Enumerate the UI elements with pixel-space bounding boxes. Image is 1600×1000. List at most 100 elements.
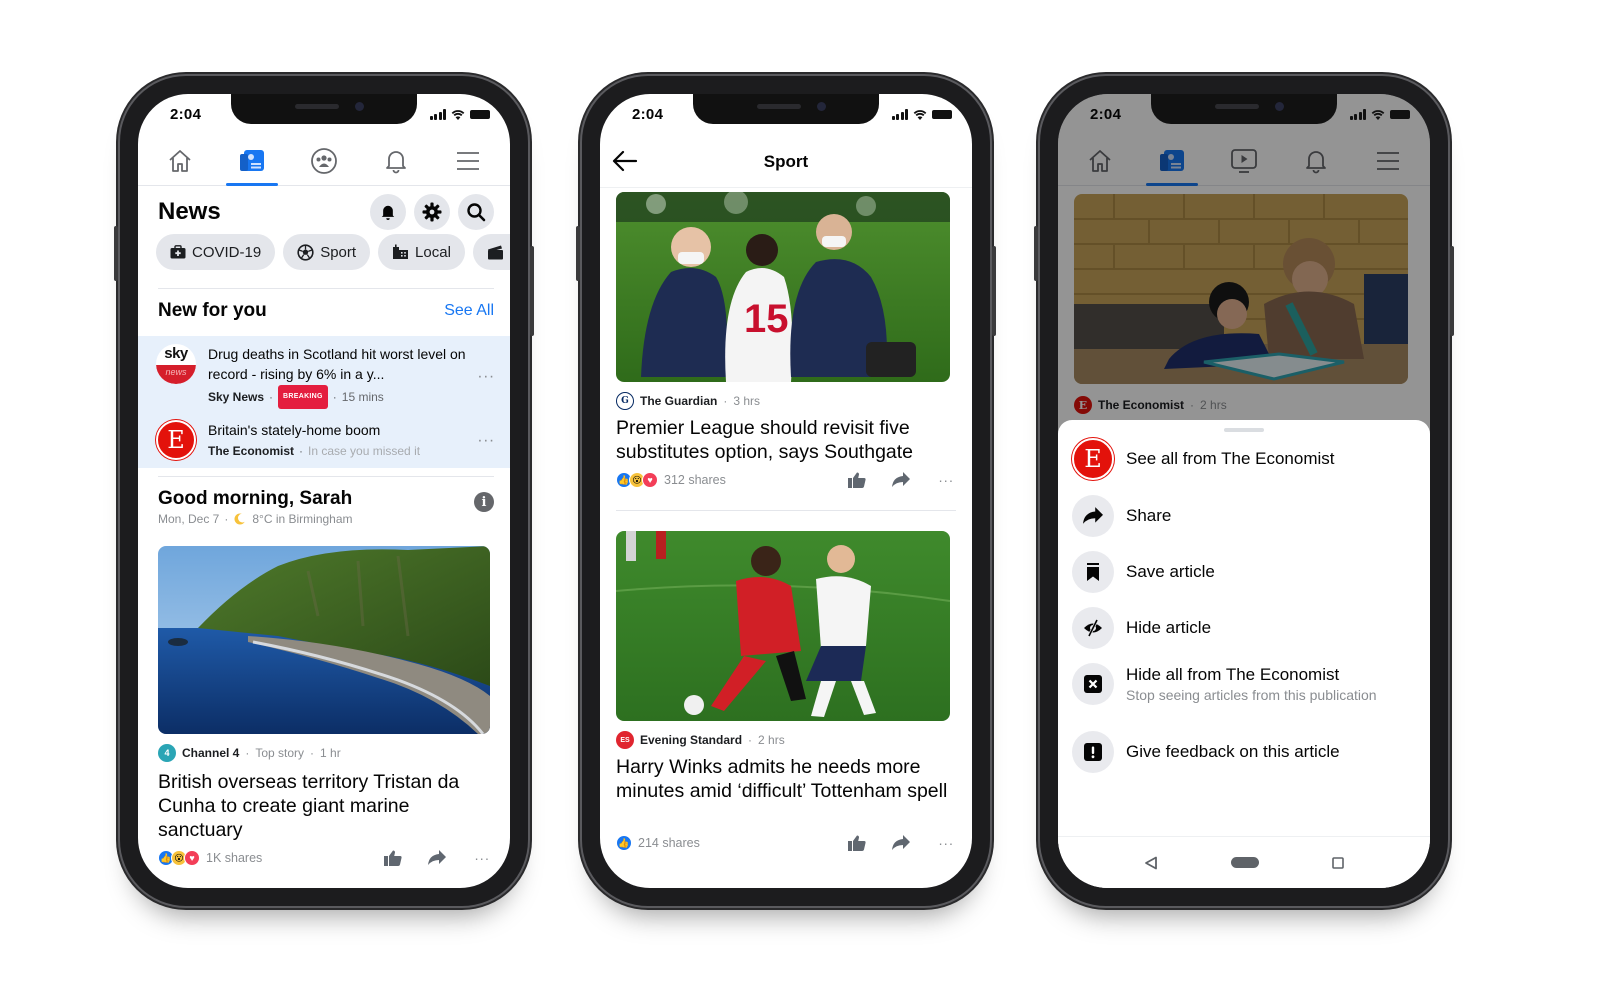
share-count: 214 shares xyxy=(638,836,700,850)
menu-item-save[interactable]: Save article xyxy=(1072,551,1420,593)
see-all-link[interactable]: See All xyxy=(444,302,494,320)
signal-icon xyxy=(1349,109,1366,120)
share-icon[interactable] xyxy=(428,850,446,866)
tab-notifications[interactable] xyxy=(366,136,426,186)
tab-news[interactable] xyxy=(222,136,282,186)
list-item[interactable]: E Britain's stately-home boom The Econom… xyxy=(156,420,496,461)
economist-logo: E xyxy=(156,420,196,460)
list-item[interactable]: sky news Drug deaths in Scotland hit wor… xyxy=(156,344,496,409)
phone-sport: 2:04 Sport 15 G The Guardian · 3 hrs Pre… xyxy=(576,76,996,906)
football-tackle-photo[interactable] xyxy=(616,531,950,721)
reactions[interactable]: 👍 😮 ♥ xyxy=(616,472,658,488)
headline: Drug deaths in Scotland hit worst level … xyxy=(208,346,466,382)
sheet-grabber[interactable] xyxy=(1224,428,1264,432)
topic-chips: COVID-19 Sport Local E xyxy=(156,234,510,274)
notch xyxy=(693,94,879,124)
recents-square-icon[interactable] xyxy=(1331,856,1344,869)
menu-item-hide-article[interactable]: Hide article xyxy=(1072,607,1420,649)
chip-entertainment[interactable]: E xyxy=(472,234,510,270)
notifications-button[interactable] xyxy=(370,194,406,230)
exclamation-square-icon xyxy=(1072,731,1114,773)
phone-article-options: 2:04 E The Economist · 2 hrs E See all f… xyxy=(1034,76,1454,906)
tab-groups[interactable] xyxy=(294,136,354,186)
tab-home[interactable] xyxy=(150,136,210,186)
news-header: News xyxy=(158,190,494,234)
more-options-icon[interactable]: ··· xyxy=(476,368,496,386)
briefcase-medical-icon xyxy=(170,245,186,259)
chip-label: Sport xyxy=(320,243,357,261)
menu-item-share[interactable]: Share xyxy=(1072,495,1420,537)
reactions[interactable]: 👍 xyxy=(616,835,632,851)
info-icon[interactable]: i xyxy=(474,492,494,512)
battery-icon xyxy=(1390,110,1410,119)
like-reaction-icon: 👍 xyxy=(616,835,632,851)
share-icon[interactable] xyxy=(892,472,910,488)
evening-standard-logo: ES xyxy=(616,731,634,749)
city-icon xyxy=(393,244,409,259)
headline: Britain's stately-home boom xyxy=(208,422,381,438)
like-button-icon[interactable] xyxy=(848,472,866,488)
timestamp: 1 hr xyxy=(320,746,341,760)
search-button[interactable] xyxy=(458,194,494,230)
logo-text: news xyxy=(156,365,196,384)
article-headline[interactable]: Premier League should revisit five subst… xyxy=(616,416,958,464)
source-name: The Economist xyxy=(208,444,295,458)
screen: 2:04 E The Economist · 2 hrs E See all f… xyxy=(1058,94,1430,888)
guardian-logo: G xyxy=(616,392,634,410)
share-icon[interactable] xyxy=(892,835,910,851)
chip-sport[interactable]: Sport xyxy=(283,234,371,270)
more-options-icon[interactable]: ··· xyxy=(476,432,496,450)
greeting-title: Good morning, Sarah xyxy=(158,488,353,509)
x-square-icon xyxy=(1072,663,1114,705)
weather: 8°C in Birmingham xyxy=(252,512,353,526)
article-headline[interactable]: Harry Winks admits he needs more minutes… xyxy=(616,755,958,803)
screen: 2:04 Sport 15 G The Guardian · 3 hrs Pre… xyxy=(600,94,972,888)
settings-button[interactable] xyxy=(414,194,450,230)
coastline-photo[interactable] xyxy=(158,546,490,734)
tab-menu[interactable] xyxy=(438,136,498,186)
like-button-icon[interactable] xyxy=(384,850,402,866)
share-count: 312 shares xyxy=(664,473,726,487)
menu-item-label: Save article xyxy=(1126,562,1215,581)
wifi-icon xyxy=(451,109,465,120)
menu-item-hide-all[interactable]: Hide all from The Economist Stop seeing … xyxy=(1072,663,1420,705)
divider xyxy=(158,476,494,477)
screen: 2:04 News COVID-19 Sport Local New for y… xyxy=(138,94,510,888)
back-triangle-icon[interactable] xyxy=(1144,856,1158,870)
menu-item-label: Give feedback on this article xyxy=(1126,742,1340,761)
article-headline[interactable]: British overseas territory Tristan da Cu… xyxy=(158,770,490,842)
chip-local[interactable]: Local xyxy=(378,234,465,270)
football-injury-photo[interactable]: 15 xyxy=(616,192,950,382)
chip-label: COVID-19 xyxy=(192,243,262,261)
section-title: New for you xyxy=(158,300,267,321)
news-icon xyxy=(240,149,264,171)
home-icon xyxy=(169,149,191,172)
timestamp: 15 mins xyxy=(341,390,384,404)
menu-item-label: See all from The Economist xyxy=(1126,449,1335,468)
groups-icon xyxy=(311,147,337,174)
story-tag: Top story xyxy=(255,746,305,760)
back-button[interactable] xyxy=(612,149,638,178)
bell-icon xyxy=(386,150,406,173)
reactions[interactable]: 👍 😮 ♥ xyxy=(158,850,200,866)
more-options-icon[interactable]: ··· xyxy=(472,850,492,866)
channel-4-logo: 4 xyxy=(158,744,176,762)
home-pill-icon[interactable] xyxy=(1230,857,1259,868)
menu-item-label: Hide article xyxy=(1126,618,1212,637)
chip-label: Local xyxy=(415,243,451,261)
more-options-icon[interactable]: ··· xyxy=(936,472,956,488)
battery-icon xyxy=(932,110,952,119)
menu-item-see-all[interactable]: E See all from The Economist xyxy=(1072,438,1420,480)
chip-covid-19[interactable]: COVID-19 xyxy=(156,234,276,270)
android-nav-bar xyxy=(1058,836,1430,888)
divider xyxy=(616,510,956,511)
share-count: 1K shares xyxy=(206,851,263,865)
wifi-icon xyxy=(913,109,927,120)
notch xyxy=(1151,94,1337,124)
logo-text: sky xyxy=(164,345,188,362)
article-source-line: G The Guardian · 3 hrs xyxy=(616,392,760,410)
menu-item-feedback[interactable]: Give feedback on this article xyxy=(1072,731,1420,773)
menu-item-sublabel: Stop seeing articles from this publicati… xyxy=(1126,687,1377,703)
more-options-icon[interactable]: ··· xyxy=(936,835,956,851)
like-button-icon[interactable] xyxy=(848,835,866,851)
